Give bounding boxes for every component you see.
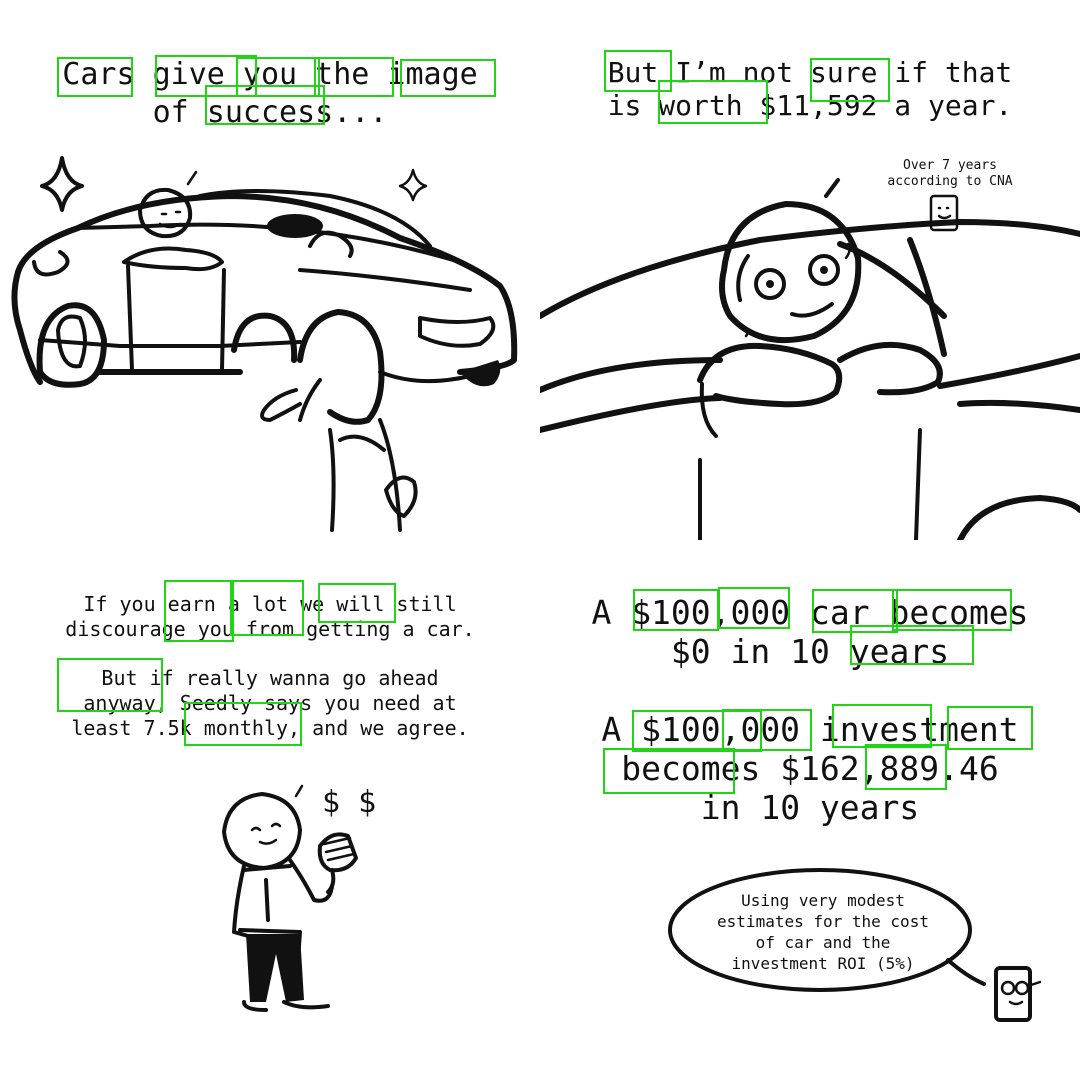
- comic-panel-3: If you earn a lot we will still discoura…: [0, 540, 540, 1080]
- person-holding-cash-illustration: $ $: [222, 784, 376, 1012]
- driver-closeup-illustration: [540, 178, 1080, 540]
- speech-bubble-illustration: [668, 868, 1042, 1022]
- comic-panel-4: A $100,000 car becomes $0 in 10 years A …: [540, 540, 1080, 1080]
- comic-panel-1: Cars give you the image of success...: [0, 0, 540, 540]
- dollar-sign-icon: $ $: [322, 785, 376, 820]
- comic-panel-2: But I’m not sure if that is worth $11,59…: [540, 0, 1080, 540]
- sparkle-icon: [398, 168, 428, 202]
- car-and-driver-illustration: [11, 156, 518, 532]
- speech-bubble-text: Using very modest estimates for the cost…: [717, 891, 929, 973]
- sparkle-icon: [40, 156, 84, 212]
